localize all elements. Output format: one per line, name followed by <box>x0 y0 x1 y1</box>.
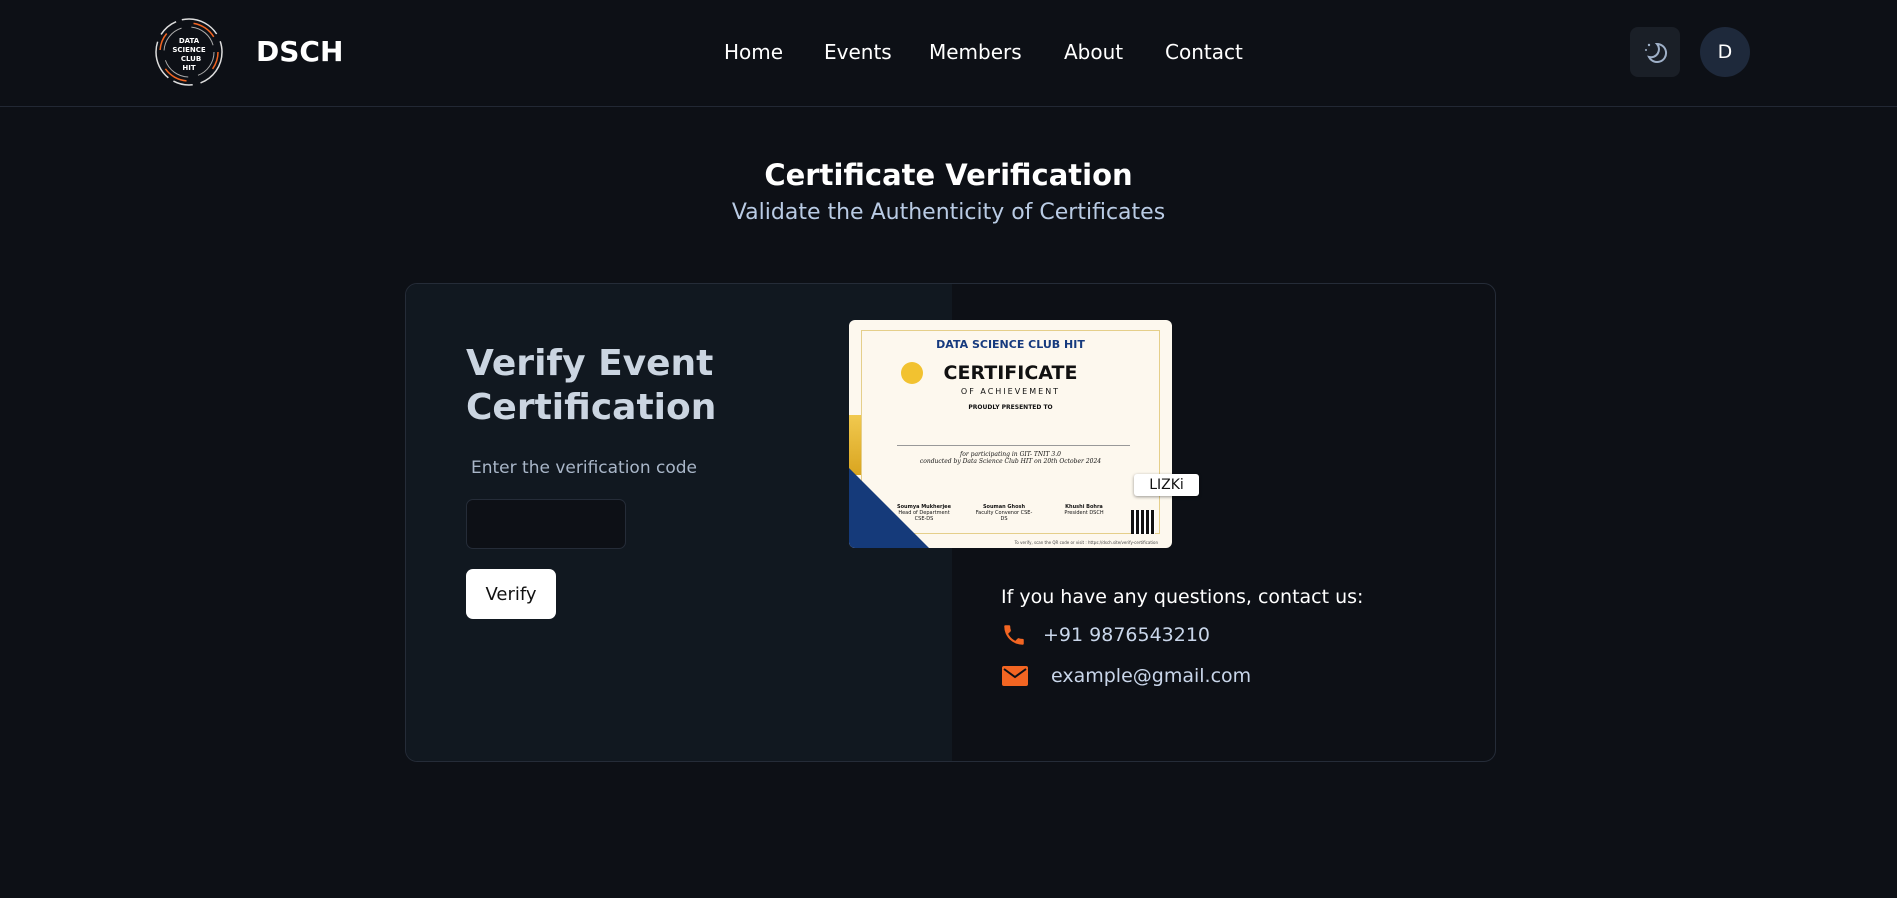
sample-certificate-image: DATA SCIENCE CLUB HIT CERTIFICATE OF ACH… <box>849 320 1172 548</box>
phone-icon <box>1004 625 1024 645</box>
nav-events[interactable]: Events <box>824 40 892 64</box>
email-address: example@gmail.com <box>1051 665 1252 687</box>
code-label: Enter the verification code <box>471 458 698 478</box>
contact-phone[interactable]: +91 9876543210 <box>1001 622 1210 648</box>
page-subtitle: Validate the Authenticity of Certificate… <box>731 200 1166 225</box>
theme-toggle-button[interactable] <box>1630 27 1680 77</box>
signatory: Souman Ghosh Faculty Convenor CSE-DS <box>975 504 1033 522</box>
phone-number: +91 9876543210 <box>1043 624 1211 646</box>
verification-code-input[interactable] <box>466 499 626 549</box>
nav-members[interactable]: Members <box>929 40 1022 64</box>
nav-home[interactable]: Home <box>724 40 783 64</box>
qr-code <box>1131 510 1155 534</box>
navbar: DATA SCIENCE CLUB HIT DSCH Home Events M… <box>0 0 1897 107</box>
cert-footer: To verify, scan the QR code or visit : h… <box>1014 540 1158 545</box>
page-title: Certificate Verification <box>764 158 1133 192</box>
signatory: Soumya Mukherjee Head of Department CSE-D… <box>897 504 951 522</box>
contact-prompt: If you have any questions, contact us: <box>1001 586 1364 608</box>
signatory: Khushi Bohra President DSCH <box>1064 504 1104 516</box>
cert-presented: PROUDLY PRESENTED TO <box>968 404 1053 411</box>
cert-subtitle: OF ACHIEVEMENT <box>960 387 1061 396</box>
svg-text:CLUB: CLUB <box>181 55 201 63</box>
contact-email[interactable]: example@gmail.com <box>1001 664 1251 688</box>
verification-card: Verify Event Certification Enter the ver… <box>405 283 1496 762</box>
cert-description: for participating in GIT- TNIT 3.0 conduc… <box>919 451 1102 465</box>
user-avatar[interactable]: D <box>1700 27 1750 77</box>
nav-about[interactable]: About <box>1064 40 1123 64</box>
mail-icon <box>1002 666 1028 686</box>
cert-club: DATA SCIENCE CLUB HIT <box>936 338 1085 351</box>
svg-text:SCIENCE: SCIENCE <box>172 46 206 54</box>
nav-contact[interactable]: Contact <box>1165 40 1243 64</box>
dsch-logo[interactable]: DATA SCIENCE CLUB HIT <box>153 16 225 88</box>
cert-title: CERTIFICATE <box>943 362 1078 384</box>
verify-button[interactable]: Verify <box>466 569 556 619</box>
verification-code-badge: LIZKi <box>1134 474 1199 496</box>
svg-text:DATA: DATA <box>179 37 200 45</box>
svg-text:HIT: HIT <box>182 64 195 72</box>
moon-icon <box>1645 42 1668 63</box>
brand-name[interactable]: DSCH <box>256 35 343 68</box>
form-heading: Verify Event Certification <box>466 343 717 428</box>
